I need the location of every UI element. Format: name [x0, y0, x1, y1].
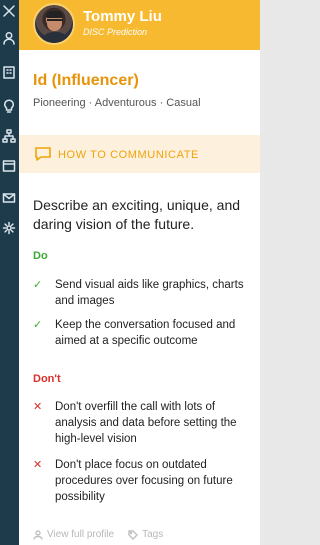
- do-heading: Do: [33, 250, 48, 262]
- dont-item-text: Don't overfill the call with lots of ana…: [55, 401, 237, 445]
- footer-links: View full profile Tags: [33, 529, 163, 540]
- close-icon[interactable]: [1, 3, 17, 19]
- building-icon[interactable]: [1, 64, 17, 80]
- lightbulb-icon[interactable]: [1, 98, 17, 114]
- communication-summary: Describe an exciting, unique, and daring…: [33, 197, 241, 232]
- side-rail: [0, 0, 19, 545]
- check-icon: ✓: [33, 279, 43, 291]
- chat-bubble-icon: [34, 145, 52, 163]
- traits-line: Pioneering · Adventurous · Casual: [33, 97, 201, 109]
- disc-type-title: Id (Influencer): [33, 72, 139, 89]
- person-icon: [33, 529, 43, 540]
- window-icon[interactable]: [1, 158, 17, 174]
- cross-icon: ✕: [33, 401, 43, 413]
- how-to-communicate-label: HOW TO COMMUNICATE: [58, 149, 199, 161]
- contact-panel: Tommy Liu DISC Prediction Id (Influencer…: [19, 0, 260, 545]
- how-to-communicate-section[interactable]: HOW TO COMMUNICATE: [19, 135, 260, 173]
- tag-icon: [128, 529, 139, 540]
- do-item-text: Keep the conversation focused and aimed …: [55, 319, 236, 347]
- do-item: ✓ Send visual aids like graphics, charts…: [33, 277, 257, 309]
- cross-icon: ✕: [33, 459, 43, 471]
- check-icon: ✓: [33, 319, 43, 331]
- person-icon[interactable]: [1, 30, 17, 46]
- avatar: [33, 3, 75, 45]
- prediction-subtitle: DISC Prediction: [83, 27, 148, 37]
- dont-item: ✕ Don't place focus on outdated procedur…: [33, 457, 257, 505]
- settings-icon[interactable]: [1, 220, 17, 236]
- do-item: ✓ Keep the conversation focused and aime…: [33, 317, 257, 349]
- do-item-text: Send visual aids like graphics, charts a…: [55, 279, 244, 307]
- org-chart-icon[interactable]: [1, 128, 17, 144]
- dont-item: ✕ Don't overfill the call with lots of a…: [33, 399, 257, 447]
- view-full-profile-link[interactable]: View full profile: [47, 529, 114, 540]
- dont-heading: Don't: [33, 373, 61, 385]
- mail-icon[interactable]: [1, 190, 17, 206]
- panel-edge: [260, 0, 265, 545]
- contact-name: Tommy Liu: [83, 8, 162, 25]
- dont-item-text: Don't place focus on outdated procedures…: [55, 459, 233, 503]
- profile-header: Tommy Liu DISC Prediction: [19, 0, 260, 50]
- tags-link[interactable]: Tags: [142, 529, 163, 540]
